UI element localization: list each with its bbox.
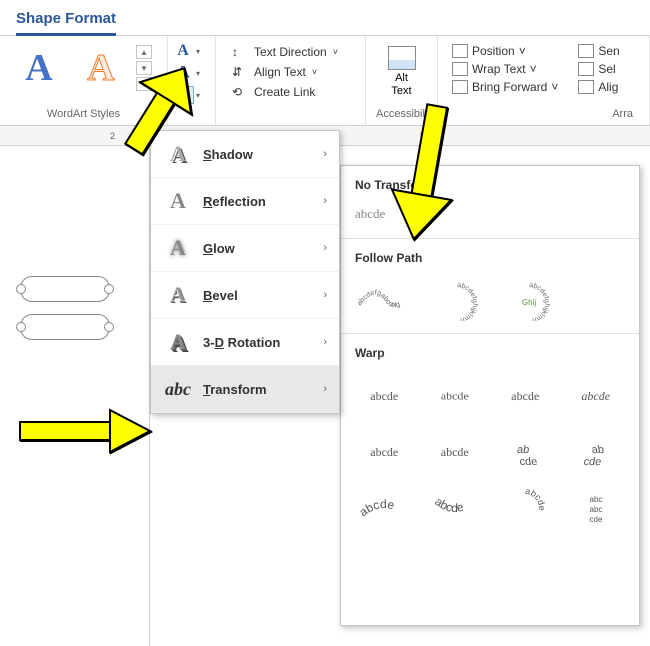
effects-menu-bevel[interactable]: A Bevel › bbox=[151, 272, 339, 319]
warp-button[interactable]: abcabccde bbox=[565, 486, 628, 530]
warp-triangle-up[interactable]: abcde bbox=[491, 376, 559, 420]
submenu-arrow-icon: › bbox=[323, 383, 327, 395]
send-button[interactable]: Sen bbox=[574, 42, 623, 60]
svg-text:cde: cde bbox=[583, 456, 602, 467]
arrange-group-label: Arra bbox=[448, 108, 639, 123]
glow-icon: A bbox=[165, 235, 191, 261]
align-icon bbox=[578, 80, 594, 94]
svg-text:cde: cde bbox=[589, 515, 602, 524]
svg-text:Ghij: Ghij bbox=[522, 298, 536, 307]
align-text-button[interactable]: ⇵ Align Text ˅ bbox=[226, 62, 355, 82]
follow-path-arch[interactable]: abcdefgabcdefg bbox=[353, 279, 417, 323]
effects-menu-3d-rotation[interactable]: A 3-D Rotation › bbox=[151, 319, 339, 366]
svg-text:abc: abc bbox=[589, 495, 602, 504]
annotation-arrow-2 bbox=[375, 95, 475, 260]
ribbon: A A ▴ ▾ ▾ WordArt Styles A▾ A▾ A▾ ↕ Text… bbox=[0, 36, 650, 126]
svg-text:ab: ab bbox=[591, 444, 605, 456]
reflection-icon: A bbox=[165, 188, 191, 214]
warp-circle[interactable]: abcde bbox=[494, 486, 557, 530]
svg-text:ab: ab bbox=[516, 444, 530, 456]
alt-text-button[interactable]: AltText bbox=[376, 42, 427, 102]
svg-text:abcde: abcde bbox=[525, 488, 547, 511]
text-layout-group: ↕ Text Direction ˅ ⇵ Align Text ˅ ⟲ Crea… bbox=[216, 36, 366, 125]
transform-icon: abc bbox=[165, 376, 191, 402]
link-icon: ⟲ bbox=[232, 85, 248, 99]
text-direction-icon: ↕ bbox=[232, 45, 248, 59]
selection-icon bbox=[578, 62, 594, 76]
wrap-text-icon bbox=[452, 62, 468, 76]
create-link-button[interactable]: ⟲ Create Link bbox=[226, 82, 355, 102]
send-icon bbox=[578, 44, 594, 58]
warp-triangle-down[interactable]: abcde bbox=[565, 374, 628, 418]
position-icon bbox=[452, 44, 468, 58]
align-button[interactable]: Alig bbox=[574, 78, 623, 96]
bring-forward-icon bbox=[452, 80, 468, 94]
document-canvas[interactable] bbox=[0, 146, 150, 646]
annotation-arrow-1 bbox=[105, 55, 205, 180]
bring-forward-button[interactable]: Bring Forward ˅ bbox=[448, 78, 562, 96]
svg-text:abcde: abcde bbox=[357, 497, 396, 519]
warp-ring-outside[interactable]: abcde bbox=[565, 430, 628, 474]
follow-path-button[interactable]: abcdefghijklmnGhij bbox=[497, 279, 561, 323]
shape-rounded-rect-2[interactable] bbox=[20, 314, 110, 340]
warp-ring-inside[interactable]: abcde bbox=[494, 430, 557, 474]
text-direction-button[interactable]: ↕ Text Direction ˅ bbox=[226, 42, 355, 62]
position-button[interactable]: Position ˅ bbox=[448, 42, 562, 60]
effects-menu-transform[interactable]: abc Transform › bbox=[151, 366, 339, 413]
submenu-arrow-icon: › bbox=[323, 195, 327, 207]
svg-text:abcde: abcde bbox=[432, 494, 465, 515]
effects-menu-reflection[interactable]: A Reflection › bbox=[151, 178, 339, 225]
warp-chevron-down[interactable]: abcde bbox=[424, 430, 487, 474]
svg-text:cde: cde bbox=[519, 456, 538, 467]
shape-rounded-rect-1[interactable] bbox=[20, 276, 110, 302]
warp-arch-down[interactable]: abcde bbox=[424, 486, 487, 530]
align-text-icon: ⇵ bbox=[232, 65, 248, 79]
warp-chevron-up[interactable]: abcde bbox=[353, 430, 416, 474]
svg-text:abc: abc bbox=[589, 505, 602, 514]
svg-text:abcdefgabcdefg: abcdefgabcdefg bbox=[356, 290, 401, 310]
svg-text:abcdefghijklmn: abcdefghijklmn bbox=[457, 282, 478, 321]
submenu-arrow-icon: › bbox=[323, 289, 327, 301]
follow-path-circle[interactable]: abcdefghijklmn bbox=[425, 279, 489, 323]
wrap-text-button[interactable]: Wrap Text ˅ bbox=[448, 60, 562, 78]
warp-arch-up[interactable]: abcde bbox=[353, 486, 416, 530]
rotation-3d-icon: A bbox=[165, 329, 191, 355]
tab-shape-format[interactable]: Shape Format bbox=[16, 10, 116, 36]
selection-button[interactable]: Sel bbox=[574, 60, 623, 78]
submenu-arrow-icon: › bbox=[323, 242, 327, 254]
warp-stop[interactable]: abcde bbox=[424, 377, 487, 414]
annotation-arrow-3 bbox=[15, 400, 155, 465]
alt-text-icon bbox=[388, 46, 416, 70]
wordart-style-blue[interactable]: A bbox=[10, 42, 68, 94]
effects-menu-glow[interactable]: A Glow › bbox=[151, 225, 339, 272]
warp-heading: Warp bbox=[341, 338, 639, 368]
bevel-icon: A bbox=[165, 282, 191, 308]
submenu-arrow-icon: › bbox=[323, 336, 327, 348]
submenu-arrow-icon: › bbox=[323, 148, 327, 160]
warp-plain[interactable]: abcde bbox=[353, 374, 416, 418]
